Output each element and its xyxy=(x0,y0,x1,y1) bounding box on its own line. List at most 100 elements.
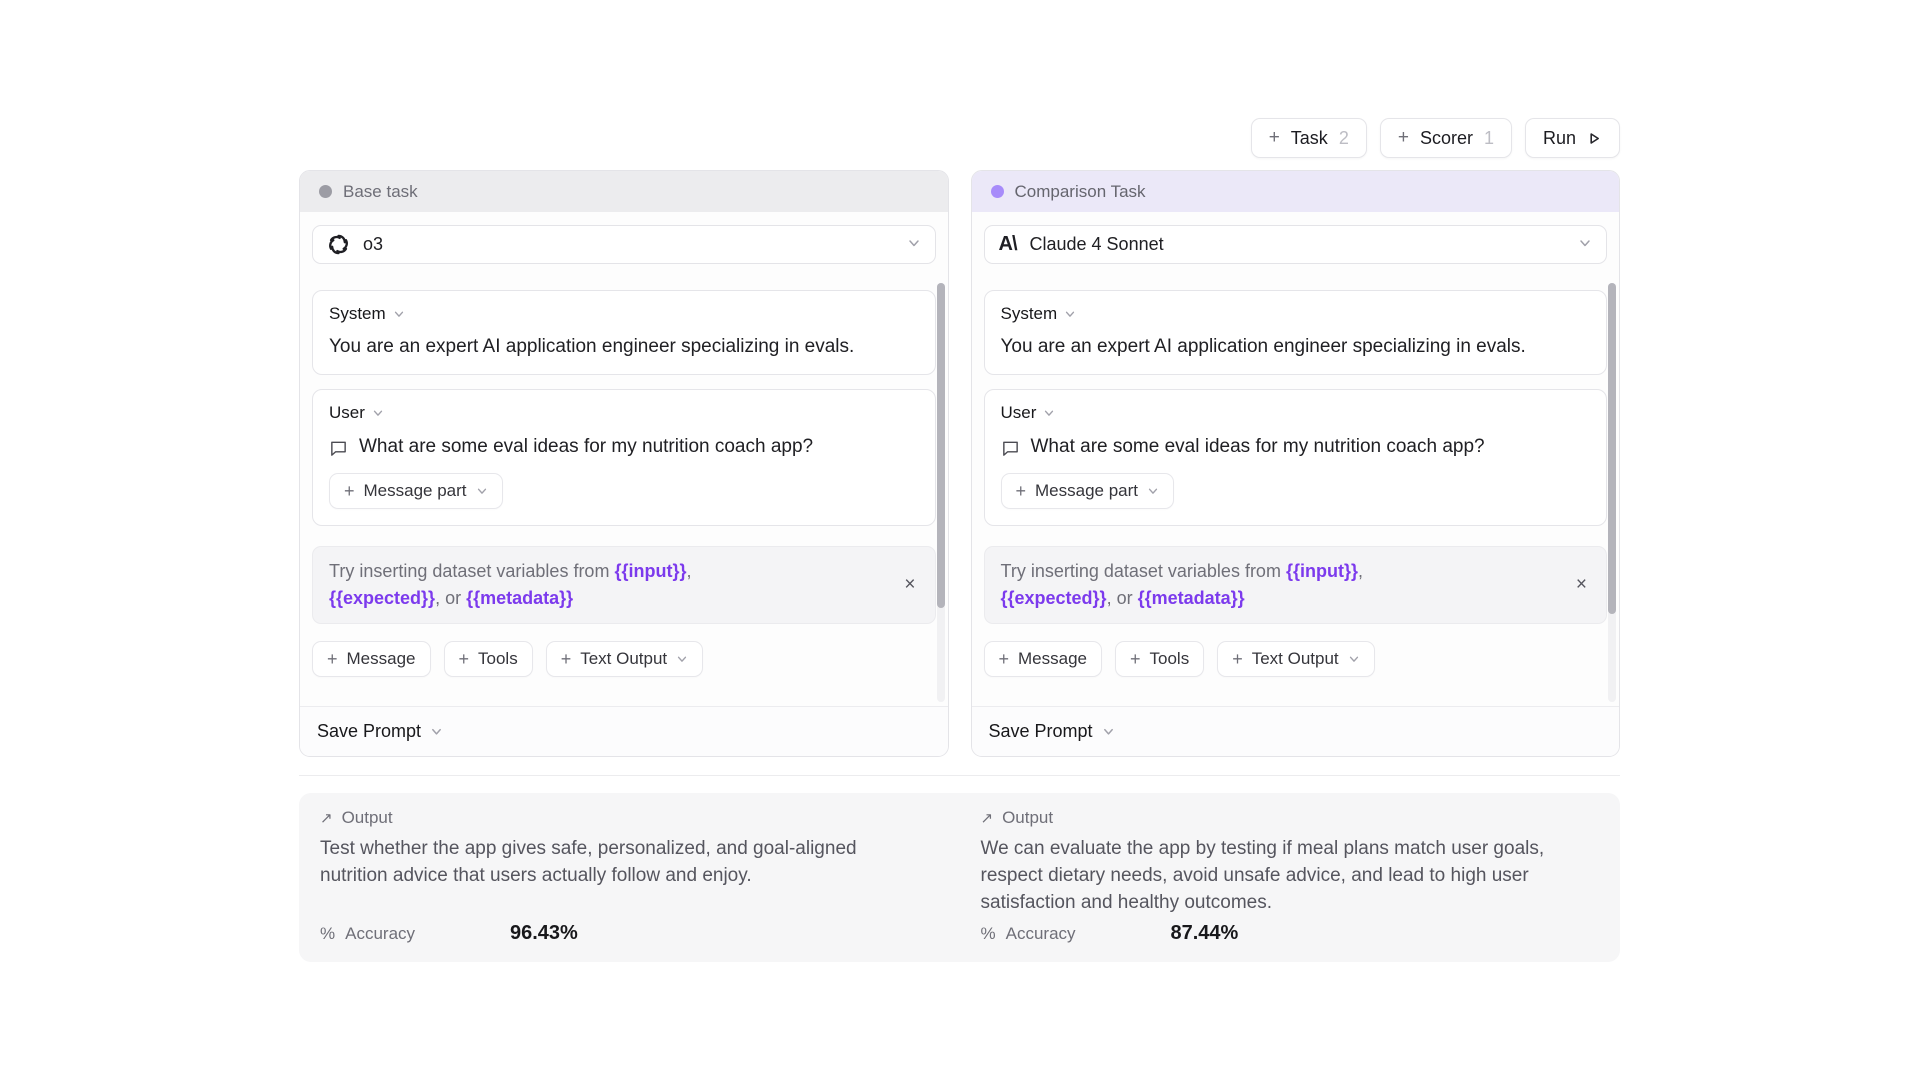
scrollbar[interactable] xyxy=(1608,283,1616,702)
variable-expected-token[interactable]: {{expected}} xyxy=(329,588,435,608)
system-message-block: System You are an expert AI application … xyxy=(984,290,1608,375)
run-button[interactable]: Run xyxy=(1525,118,1620,158)
toolbar: + Task 2 + Scorer 1 Run xyxy=(1251,118,1620,158)
play-icon xyxy=(1587,131,1602,146)
role-row: User xyxy=(329,403,919,423)
role-row: User xyxy=(1001,403,1591,423)
scrollbar-thumb[interactable] xyxy=(937,283,945,608)
close-icon[interactable]: × xyxy=(1573,574,1590,596)
chevron-down-icon xyxy=(1578,234,1592,255)
user-message-block: User What are some eval ideas for my nut… xyxy=(984,389,1608,526)
hint-sep: , or xyxy=(435,588,466,608)
user-message-row: What are some eval ideas for my nutritio… xyxy=(1001,436,1591,458)
accuracy-value: 87.44% xyxy=(1171,922,1239,945)
openai-logo-icon xyxy=(327,233,350,256)
hint-lead: Try inserting dataset variables from xyxy=(1001,561,1286,581)
system-message-block: System You are an expert AI application … xyxy=(312,290,936,375)
role-row: System xyxy=(329,304,919,324)
add-text-output-button[interactable]: + Text Output xyxy=(1217,641,1374,677)
add-message-part-label: Message part xyxy=(364,481,467,501)
add-scorer-button[interactable]: + Scorer 1 xyxy=(1380,118,1512,158)
message-bubble-icon xyxy=(329,438,348,457)
add-message-part-button[interactable]: + Message part xyxy=(329,473,503,509)
task-dot-icon xyxy=(319,185,332,198)
hint-text: Try inserting dataset variables from {{i… xyxy=(329,558,691,612)
add-tools-button[interactable]: + Tools xyxy=(444,641,533,677)
chevron-down-icon xyxy=(476,485,488,497)
chevron-down-icon xyxy=(1147,485,1159,497)
chevron-down-icon xyxy=(907,234,921,255)
anthropic-logo-icon: A\ xyxy=(999,233,1017,256)
add-text-output-label: Text Output xyxy=(580,649,667,669)
add-text-output-button[interactable]: + Text Output xyxy=(546,641,703,677)
user-message-text[interactable]: What are some eval ideas for my nutritio… xyxy=(1031,436,1485,458)
variable-input-token[interactable]: {{input}} xyxy=(1286,561,1358,581)
accuracy-row: % Accuracy 96.43% xyxy=(320,922,920,945)
chevron-down-icon[interactable] xyxy=(372,407,384,419)
model-selector[interactable]: A\ Claude 4 Sonnet xyxy=(984,225,1608,264)
scrollbar-thumb[interactable] xyxy=(1608,283,1616,614)
save-prompt-button[interactable]: Save Prompt xyxy=(300,706,948,756)
add-message-button[interactable]: + Message xyxy=(984,641,1103,677)
model-name: o3 xyxy=(363,234,383,255)
close-icon[interactable]: × xyxy=(901,574,918,596)
scorer-count-badge: 1 xyxy=(1484,128,1494,149)
variable-input-token[interactable]: {{input}} xyxy=(614,561,686,581)
system-message-text[interactable]: You are an expert AI application enginee… xyxy=(329,336,919,358)
add-text-output-label: Text Output xyxy=(1252,649,1339,669)
add-message-label: Message xyxy=(1018,649,1087,669)
add-message-button[interactable]: + Message xyxy=(312,641,431,677)
chevron-down-icon xyxy=(676,653,688,665)
output-label: Output xyxy=(1002,808,1053,828)
percent-icon: % xyxy=(981,924,996,944)
accuracy-label-group: % Accuracy xyxy=(981,924,1171,944)
plus-icon: + xyxy=(1232,649,1243,670)
output-header: ↗ Output xyxy=(981,808,1581,828)
chevron-down-icon[interactable] xyxy=(1043,407,1055,419)
role-label: User xyxy=(329,403,365,423)
output-text: Test whether the app gives safe, persona… xyxy=(320,835,920,889)
output-section: ↗ Output Test whether the app gives safe… xyxy=(299,793,1620,962)
chevron-down-icon[interactable] xyxy=(393,308,405,320)
run-label: Run xyxy=(1543,128,1576,149)
plus-icon: + xyxy=(999,649,1010,670)
system-message-text[interactable]: You are an expert AI application enginee… xyxy=(1001,336,1591,358)
scrollbar[interactable] xyxy=(937,283,945,702)
save-prompt-label: Save Prompt xyxy=(989,721,1093,742)
add-task-label: Task xyxy=(1291,128,1328,149)
arrow-up-right-icon: ↗ xyxy=(320,809,333,827)
add-tools-label: Tools xyxy=(1150,649,1190,669)
task-count-badge: 2 xyxy=(1339,128,1349,149)
user-message-text[interactable]: What are some eval ideas for my nutritio… xyxy=(359,436,813,458)
plus-icon: + xyxy=(1016,481,1027,502)
accuracy-label: Accuracy xyxy=(345,924,415,944)
add-message-part-button[interactable]: + Message part xyxy=(1001,473,1175,509)
chevron-down-icon[interactable] xyxy=(1064,308,1076,320)
save-prompt-button[interactable]: Save Prompt xyxy=(972,706,1620,756)
add-task-button[interactable]: + Task 2 xyxy=(1251,118,1367,158)
variable-metadata-token[interactable]: {{metadata}} xyxy=(466,588,573,608)
model-selector[interactable]: o3 xyxy=(312,225,936,264)
accuracy-value: 96.43% xyxy=(510,922,578,945)
dataset-variables-hint: Try inserting dataset variables from {{i… xyxy=(984,546,1608,624)
plus-icon: + xyxy=(1130,649,1141,670)
accuracy-label: Accuracy xyxy=(1006,924,1076,944)
role-label: System xyxy=(1001,304,1058,324)
variable-metadata-token[interactable]: {{metadata}} xyxy=(1138,588,1245,608)
base-output-column: ↗ Output Test whether the app gives safe… xyxy=(299,793,960,962)
variable-expected-token[interactable]: {{expected}} xyxy=(1001,588,1107,608)
percent-icon: % xyxy=(320,924,335,944)
task-panels: Base task o3 xyxy=(299,170,1620,757)
section-divider xyxy=(299,775,1620,776)
add-tools-button[interactable]: + Tools xyxy=(1115,641,1204,677)
add-actions-row: + Message + Tools + Text Output xyxy=(984,641,1608,677)
output-header: ↗ Output xyxy=(320,808,920,828)
base-task-body: o3 System You are an expert AI applicati… xyxy=(300,212,948,706)
chevron-down-icon xyxy=(430,725,443,738)
role-label: System xyxy=(329,304,386,324)
hint-lead: Try inserting dataset variables from xyxy=(329,561,614,581)
comparison-output-column: ↗ Output We can evaluate the app by test… xyxy=(960,793,1621,962)
chevron-down-icon xyxy=(1348,653,1360,665)
base-task-header: Base task xyxy=(300,171,948,212)
accuracy-row: % Accuracy 87.44% xyxy=(981,922,1581,945)
